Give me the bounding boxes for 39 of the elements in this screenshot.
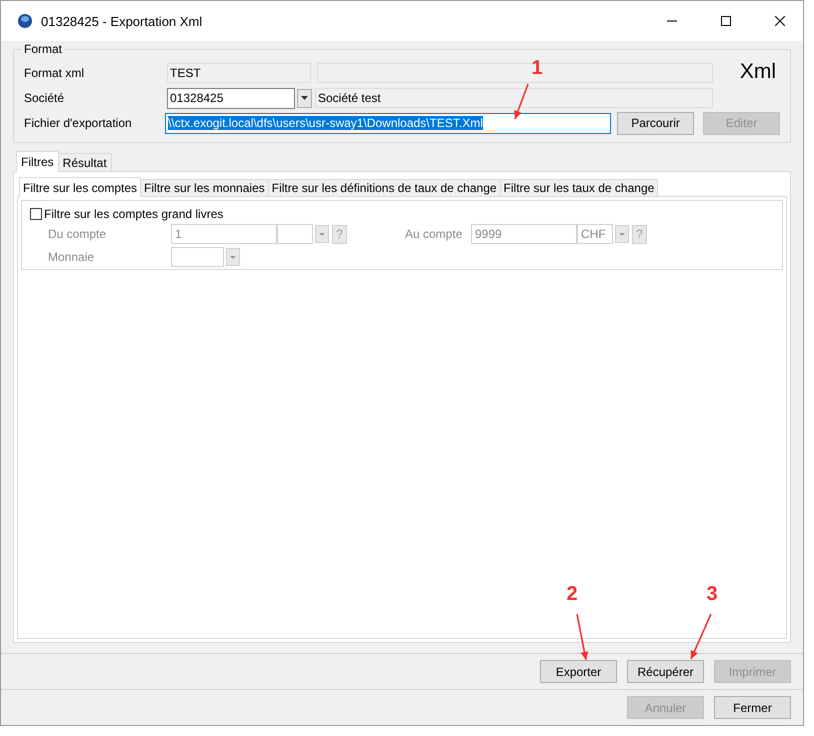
dropdown-button[interactable]	[297, 88, 312, 108]
field-label: Format xml	[24, 66, 85, 80]
tab[interactable]: Filtre sur les définitions de taux de change	[268, 179, 501, 196]
annotation-arrow	[514, 84, 529, 120]
close-icon[interactable]	[775, 16, 785, 26]
annotation-arrow	[576, 614, 588, 660]
window-title: 01328425 - Exportation Xml	[41, 14, 204, 28]
caret-icon	[301, 96, 308, 100]
tab[interactable]: Filtre sur les comptes	[19, 177, 142, 197]
file-path-field[interactable]: \\ctx.exogit.local\dfs\users\usr-sway1\Downloads\TEST.Xml	[165, 112, 612, 134]
field-label: Du compte	[47, 227, 108, 241]
company-field[interactable]: 01328425	[167, 88, 295, 108]
group-title: Format	[22, 42, 64, 56]
field-label: Monnaie	[47, 250, 96, 264]
app-icon	[17, 13, 33, 29]
annotation-arrow	[690, 614, 712, 660]
annotation-number: 3	[706, 583, 718, 605]
format-label: Xml	[740, 60, 776, 84]
close-dialog-button[interactable]: Fermer	[714, 696, 791, 719]
tab[interactable]: Filtres	[16, 151, 59, 172]
browse-button[interactable]: Parcourir	[617, 112, 694, 134]
maximize-icon[interactable]	[721, 16, 731, 26]
field-label: Fichier d'exportation	[24, 116, 133, 130]
field-label: Société	[24, 91, 66, 105]
caret-icon	[230, 256, 236, 258]
tab[interactable]: Filtre sur les monnaies	[140, 179, 269, 196]
caret-icon	[619, 232, 625, 236]
caret-icon	[319, 232, 325, 236]
tab[interactable]: Résultat	[58, 153, 112, 171]
currency-field[interactable]	[171, 247, 224, 267]
checkbox-label: Filtre sur les comptes grand livres	[44, 207, 224, 221]
description-field: Société test	[315, 88, 713, 108]
tab[interactable]: Filtre sur les taux de change	[500, 179, 658, 196]
action-button[interactable]: Exporter	[540, 660, 617, 683]
code-field: TEST	[167, 63, 311, 83]
annotation-number: 2	[566, 583, 578, 605]
action-button[interactable]: Récupérer	[627, 660, 704, 683]
annotation-number: 1	[531, 57, 543, 79]
field-label: Au compte	[405, 227, 464, 241]
